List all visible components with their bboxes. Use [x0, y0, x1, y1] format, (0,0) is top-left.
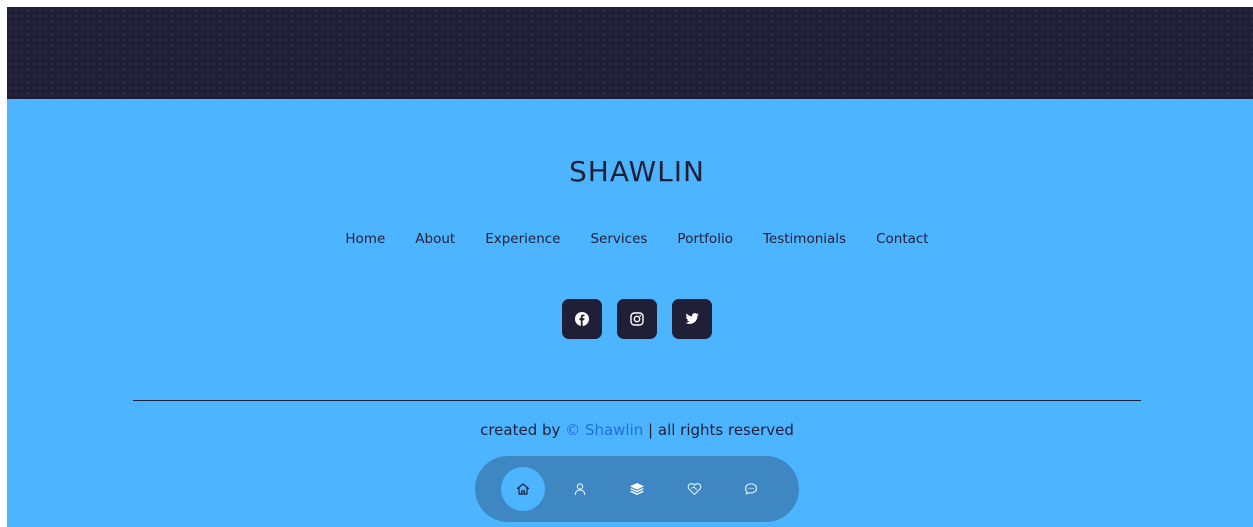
footer-link-about[interactable]: About	[415, 231, 455, 247]
facebook-link[interactable]	[562, 299, 602, 339]
twitter-link[interactable]	[672, 299, 712, 339]
copyright-suffix: | all rights reserved	[643, 421, 794, 439]
footer-nav: Home About Experience Services Portfolio…	[7, 231, 1253, 247]
heart-handshake-icon	[687, 483, 701, 496]
footer-logo[interactable]: SHAWLIN	[7, 155, 1253, 188]
floating-nav-home[interactable]	[501, 467, 545, 511]
user-icon	[574, 483, 586, 496]
floating-nav-experience[interactable]	[615, 467, 659, 511]
footer-socials	[7, 299, 1253, 339]
footer-link-experience[interactable]: Experience	[485, 231, 560, 247]
chat-icon	[744, 483, 758, 495]
copyright-brand-link[interactable]: © Shawlin	[565, 421, 643, 439]
footer-link-home[interactable]: Home	[345, 231, 385, 247]
footer-link-portfolio[interactable]: Portfolio	[677, 231, 733, 247]
layers-icon	[630, 483, 644, 495]
page: SHAWLIN Home About Experience Services P…	[0, 0, 1253, 527]
instagram-icon	[630, 312, 644, 326]
facebook-icon	[575, 312, 589, 326]
footer-link-testimonials[interactable]: Testimonials	[763, 231, 846, 247]
copyright: created by © Shawlin | all rights reserv…	[7, 421, 1253, 439]
footer-link-contact[interactable]: Contact	[876, 231, 929, 247]
floating-nav-about[interactable]	[558, 467, 602, 511]
copyright-prefix: created by	[480, 421, 566, 439]
floating-nav	[475, 456, 799, 522]
floating-nav-contact[interactable]	[729, 467, 773, 511]
footer-link-services[interactable]: Services	[590, 231, 647, 247]
footer-divider	[133, 400, 1141, 401]
footer: SHAWLIN Home About Experience Services P…	[7, 99, 1253, 527]
floating-nav-services[interactable]	[672, 467, 716, 511]
twitter-icon	[685, 313, 699, 324]
top-frame	[0, 0, 1253, 7]
home-icon	[516, 483, 530, 495]
hero-section-bottom	[7, 7, 1253, 99]
instagram-link[interactable]	[617, 299, 657, 339]
